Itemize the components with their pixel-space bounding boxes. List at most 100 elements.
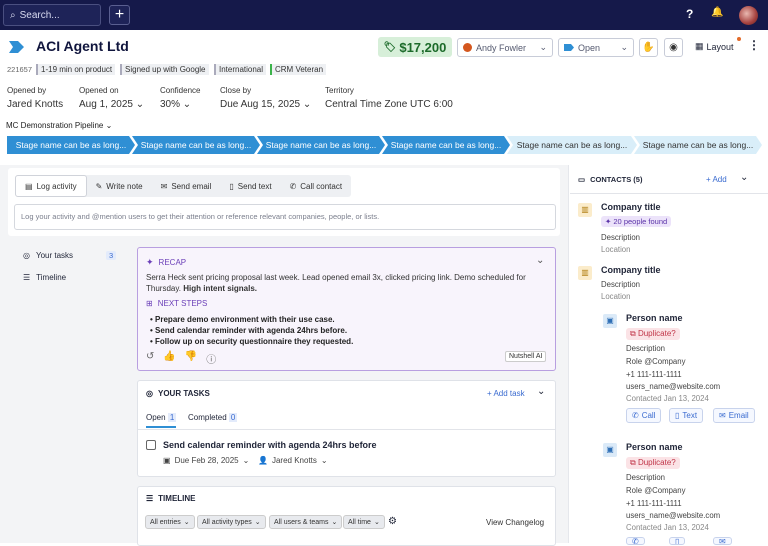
collapse-chevron-icon[interactable]: ⌄ [740, 172, 748, 183]
lead-value-badge[interactable]: 🏷 $17,200 [378, 37, 452, 57]
call-button[interactable]: ✆ [626, 537, 645, 545]
pipeline-stage[interactable]: Stage name can be as long... [507, 136, 637, 154]
tag[interactable]: International [214, 64, 267, 75]
help-icon[interactable]: ? [686, 7, 693, 21]
add-contact-button[interactable]: + Add [706, 175, 727, 184]
pipeline-stage[interactable]: Stage name can be as long... [132, 136, 260, 154]
notifications-icon[interactable]: 🔔 [711, 7, 723, 18]
create-button[interactable]: + [109, 5, 130, 25]
call-button[interactable]: ✆ Call [626, 408, 662, 423]
task-due[interactable]: ▣ Due Feb 28, 2025 ⌄ [163, 456, 249, 465]
duplicate-badge[interactable]: ⧉ Duplicate? [626, 328, 680, 340]
collapse-chevron-icon[interactable]: ⌄ [537, 386, 545, 397]
contact-card-icon: ▭ [578, 175, 586, 184]
tab-send-text[interactable]: ▯ Send text [220, 175, 280, 197]
tasks-count-badge: 3 [106, 251, 117, 260]
plus-square-icon: ⊞ [146, 299, 153, 308]
tab-write-note[interactable]: ✎ Write note [87, 175, 152, 197]
next-step-item: • Follow up on security questionnaire th… [150, 337, 354, 346]
task-checkbox[interactable] [146, 440, 156, 450]
task-assignee[interactable]: 👤 Jared Knotts ⌄ [258, 456, 328, 465]
contacts-header: ▭ CONTACTS (5) [578, 175, 643, 184]
tag[interactable]: 1-19 min on product [36, 64, 116, 75]
view-changelog-link[interactable]: View Changelog [486, 518, 544, 527]
thumbs-up-icon[interactable]: 👍 [163, 351, 175, 366]
person-name[interactable]: Person name [626, 442, 683, 452]
task-title[interactable]: Send calendar reminder with agenda 24hrs… [163, 440, 377, 450]
tag[interactable]: CRM Veteran [270, 64, 327, 75]
pipeline-stage[interactable]: Stage name can be as long... [634, 136, 762, 154]
filter-entries[interactable]: All entries ⌄ [145, 515, 195, 529]
person-description: Description [626, 344, 665, 353]
filter-activity-types[interactable]: All activity types ⌄ [197, 515, 266, 529]
next-steps-list: • Prepare demo environment with their us… [150, 314, 353, 347]
more-options-icon[interactable]: ⋮ [748, 38, 760, 52]
text-button[interactable]: ▯ [669, 537, 686, 545]
info-icon[interactable]: ⓘ [206, 351, 216, 366]
text-button[interactable]: ▯ Text [669, 408, 704, 423]
nav-timeline[interactable]: ☰ Timeline [23, 273, 66, 282]
user-avatar[interactable] [739, 6, 758, 25]
tag[interactable]: Signed up with Google [120, 64, 209, 75]
nav-your-tasks[interactable]: ◎ Your tasks [23, 251, 73, 260]
tab-open-tasks[interactable]: Open 1 [146, 413, 177, 428]
tasks-header: ◎ YOUR TASKS [146, 389, 210, 398]
hot-lead-button[interactable]: ✋ [639, 38, 658, 57]
divider [570, 193, 768, 194]
collapse-chevron-icon[interactable]: ⌄ [536, 255, 544, 266]
status-select[interactable]: Open ⌄ [558, 38, 634, 57]
person-phone[interactable]: +1 111-111-1111 [626, 370, 682, 379]
person-phone[interactable]: +1 111-111-1111 [626, 499, 682, 508]
person-last-contacted: Contacted Jan 13, 2024 [626, 523, 709, 532]
person-email[interactable]: users_name@website.com [626, 511, 720, 520]
people-found-badge[interactable]: ✦ 20 people found [601, 216, 672, 227]
filter-time[interactable]: All time ⌄ [343, 515, 385, 529]
note-icon: ✎ [95, 181, 103, 191]
settings-gear-icon[interactable]: ⚙ [388, 516, 397, 527]
add-task-button[interactable]: + Add task [487, 389, 525, 398]
chevron-down-icon: ⌄ [254, 519, 261, 526]
chevron-down-icon: ⌄ [620, 42, 628, 52]
email-button[interactable]: ✉ Email [713, 408, 755, 423]
person-last-contacted: Contacted Jan 13, 2024 [626, 394, 709, 403]
company-name[interactable]: Company title [601, 265, 661, 275]
pipeline-selector[interactable]: MC Demonstration Pipeline ⌄ [6, 121, 112, 130]
close-by-field[interactable]: Close by Due Aug 15, 2025 ⌄ [220, 86, 311, 110]
regenerate-icon[interactable]: ↺ [146, 351, 154, 366]
chevron-down-icon: ⌄ [302, 99, 312, 110]
next-step-item: • Prepare demo environment with their us… [150, 315, 335, 324]
company-name[interactable]: Company title [601, 202, 661, 212]
calendar-icon: ▣ [163, 456, 171, 465]
divider [138, 429, 555, 430]
email-button[interactable]: ✉ [713, 537, 732, 545]
pipeline-stage[interactable]: Stage name can be as long... [257, 136, 385, 154]
person-icon: ▣ [603, 314, 617, 328]
company-icon: ▥ [578, 203, 592, 217]
sparkle-icon: ✦ [605, 217, 612, 226]
opened-on-field[interactable]: Opened on Aug 1, 2025 ⌄ [79, 86, 144, 110]
tab-send-email[interactable]: ✉ Send email [152, 175, 221, 197]
log-activity-input[interactable]: Log your activity and @mention users to … [14, 204, 556, 230]
mobile-icon: ▯ [675, 411, 680, 420]
ai-badge: Nutshell AI [505, 351, 547, 362]
pipeline-stage[interactable]: Stage name can be as long... [7, 136, 135, 154]
chevron-down-icon: ⌄ [242, 456, 250, 465]
search-input[interactable]: ⌕ Search... [3, 4, 101, 26]
tab-log-activity[interactable]: ▤ Log activity [15, 175, 87, 197]
duplicate-badge[interactable]: ⧉ Duplicate? [626, 457, 680, 469]
tab-completed-tasks[interactable]: Completed 0 [188, 413, 238, 422]
timeline-header: ☰ TIMELINE [146, 494, 196, 503]
email-icon: ✉ [719, 411, 726, 420]
duplicate-icon: ⧉ [630, 458, 636, 467]
watch-button[interactable]: ◉ [664, 38, 683, 57]
layout-button[interactable]: ▦ Layout [695, 41, 734, 52]
tag-icon: 🏷 [383, 41, 397, 53]
filter-users-teams[interactable]: All users & teams ⌄ [269, 515, 343, 529]
tab-call-contact[interactable]: ✆ Call contact [281, 175, 352, 197]
thumbs-down-icon[interactable]: 👎 [185, 351, 197, 366]
pipeline-stage[interactable]: Stage name can be as long... [382, 136, 510, 154]
confidence-field[interactable]: Confidence 30% ⌄ [160, 86, 200, 110]
owner-select[interactable]: Andy Fowler ⌄ [457, 38, 553, 57]
person-name[interactable]: Person name [626, 313, 683, 323]
person-email[interactable]: users_name@website.com [626, 382, 720, 391]
